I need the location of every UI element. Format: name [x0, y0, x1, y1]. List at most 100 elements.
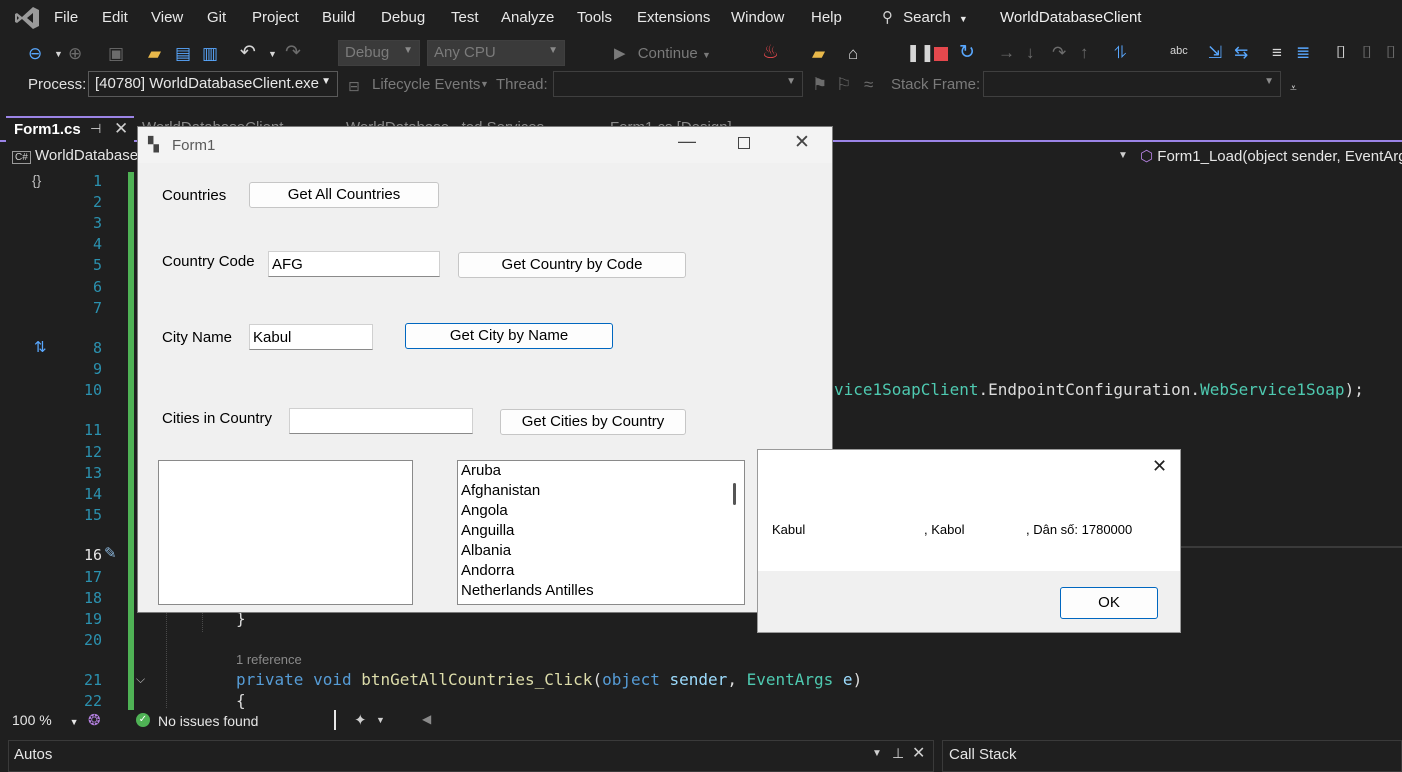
stop-debugging-icon[interactable]	[934, 47, 948, 61]
menu-build[interactable]: Build	[322, 9, 355, 26]
next-bookmark-icon[interactable]: ⌷	[1386, 43, 1396, 63]
countries-listbox[interactable]: Aruba Afghanistan Angola Anguilla Albani…	[457, 460, 745, 605]
chevron-down-icon[interactable]: ▼	[376, 715, 385, 725]
spell-check-icon[interactable]: abc	[1170, 41, 1188, 61]
toolbar-overflow-icon[interactable]: ⩡	[1290, 78, 1297, 98]
cities-in-country-input[interactable]	[289, 408, 473, 434]
pin-icon[interactable]: ⊥	[892, 745, 904, 762]
list-item[interactable]: Anguilla	[458, 521, 744, 541]
collapse-chevron-icon[interactable]: ⌵	[136, 672, 145, 687]
open-folder-icon[interactable]: ▰	[148, 44, 161, 64]
pointer-icon[interactable]: ⇲	[1208, 43, 1222, 63]
panel-menu-icon[interactable]: ▼	[872, 748, 882, 759]
get-cities-by-country-button[interactable]: Get Cities by Country	[500, 409, 686, 435]
flag-threads-icon[interactable]: ⚐	[836, 75, 851, 95]
chevron-down-icon[interactable]: ▼	[1118, 150, 1128, 161]
maximize-icon[interactable]	[738, 137, 750, 149]
listbox-scrollbar-thumb[interactable]	[733, 483, 736, 505]
menu-tools[interactable]: Tools	[577, 9, 612, 26]
copilot-icon[interactable]: ❂	[88, 711, 101, 729]
list-item[interactable]: Albania	[458, 541, 744, 561]
platform-combo[interactable]: Any CPU ▼	[427, 40, 565, 66]
menu-help[interactable]: Help	[811, 9, 842, 26]
pin-icon[interactable]: ⊣	[90, 121, 101, 137]
flag-icon[interactable]: ⚑	[812, 75, 827, 95]
navigate-back-icon[interactable]: ⊖	[28, 44, 42, 64]
issues-status[interactable]: No issues found	[158, 713, 258, 729]
configuration-combo[interactable]: Debug ▼	[338, 40, 420, 66]
minimize-icon[interactable]: —	[678, 131, 696, 152]
save-all-icon[interactable]: ▥	[202, 44, 218, 64]
show-next-statement-icon[interactable]: →	[998, 43, 1015, 63]
process-combo[interactable]: [40780] WorldDatabaseClient.exe ▼	[88, 71, 338, 97]
autos-panel[interactable]	[8, 740, 934, 772]
menu-debug[interactable]: Debug	[381, 9, 425, 26]
save-icon[interactable]: ▤	[175, 44, 191, 64]
ok-button[interactable]: OK	[1060, 587, 1158, 619]
outdent-icon[interactable]: ≣	[1296, 43, 1310, 63]
get-city-by-name-button[interactable]: Get City by Name	[405, 323, 613, 349]
close-window-icon[interactable]: ✕	[794, 131, 810, 154]
show-threads-icon[interactable]: ≈	[864, 75, 873, 95]
restart-icon[interactable]: ↻	[959, 43, 975, 63]
cities-listbox[interactable]	[158, 460, 413, 605]
member-combo[interactable]: ⬡ Form1_Load(object sender, EventArg	[1140, 147, 1402, 165]
country-code-input[interactable]: AFG	[268, 251, 440, 277]
prev-bookmark-icon[interactable]: ⌷	[1362, 43, 1372, 63]
undo-icon[interactable]: ↶	[240, 43, 256, 63]
list-item[interactable]: Aruba	[458, 461, 744, 481]
redo-icon[interactable]: ↷	[285, 43, 301, 63]
tab-form1-cs[interactable]: Form1.cs ⊣ ✕	[6, 116, 134, 142]
menu-window[interactable]: Window	[731, 9, 784, 26]
close-tab-icon[interactable]: ✕	[114, 119, 128, 139]
bookmark-icon[interactable]: ⌷	[1336, 43, 1346, 63]
menu-analyze[interactable]: Analyze	[501, 9, 554, 26]
thread-combo[interactable]: ▼	[553, 71, 803, 97]
form1-window: ▚ Form1 — ✕ Countries Get All Countries …	[137, 126, 833, 613]
step-over-icon[interactable]: ↷	[1052, 43, 1066, 63]
close-panel-icon[interactable]: ✕	[912, 743, 925, 763]
form1-title-bar[interactable]: ▚ Form1 — ✕	[138, 127, 832, 163]
menu-extensions[interactable]: Extensions	[637, 9, 710, 26]
zoom-combo[interactable]: 100 % ▼	[12, 712, 82, 728]
menu-project[interactable]: Project	[252, 9, 299, 26]
quick-actions-icon[interactable]: ✎	[104, 544, 117, 562]
autos-panel-title[interactable]: Autos	[14, 746, 52, 763]
city-name-input[interactable]: Kabul	[249, 324, 373, 350]
menu-git[interactable]: Git	[207, 9, 226, 26]
break-all-icon[interactable]: ❚❚	[906, 43, 935, 63]
back-dropdown-icon[interactable]: ▼	[54, 44, 63, 64]
menu-view[interactable]: View	[151, 9, 183, 26]
new-project-icon[interactable]: ▣	[108, 44, 124, 64]
columns-icon[interactable]: ⇆	[1234, 43, 1248, 63]
window-layout-icon[interactable]: ⌂	[848, 44, 858, 64]
hot-reload-icon[interactable]: ♨	[762, 43, 779, 63]
get-all-countries-button[interactable]: Get All Countries	[249, 182, 439, 208]
call-stack-panel-title[interactable]: Call Stack	[949, 746, 1017, 763]
list-item[interactable]: Netherlands Antilles	[458, 581, 744, 601]
diagnostics-icon[interactable]: ⥮	[1114, 43, 1126, 63]
menu-file[interactable]: File	[54, 9, 78, 26]
list-item[interactable]: Andorra	[458, 561, 744, 581]
step-into-icon[interactable]: ↓	[1026, 43, 1035, 63]
menu-test[interactable]: Test	[451, 9, 479, 26]
code-cleanup-icon[interactable]: ✦	[354, 711, 367, 729]
undo-dropdown-icon[interactable]: ▼	[268, 44, 277, 64]
lifecycle-events-button[interactable]: Lifecycle Events	[372, 76, 480, 93]
continue-button[interactable]: ▶ Continue ▼	[614, 44, 711, 62]
folder-icon[interactable]: ▰	[812, 44, 825, 64]
list-item[interactable]: Afghanistan	[458, 481, 744, 501]
indent-icon[interactable]: ≡	[1272, 43, 1282, 63]
project-combo[interactable]: C# WorldDatabase	[12, 147, 142, 167]
get-country-by-code-button[interactable]: Get Country by Code	[458, 252, 686, 278]
menu-edit[interactable]: Edit	[102, 9, 128, 26]
codelens-references[interactable]: 1 reference	[236, 652, 302, 667]
navigate-forward-icon[interactable]: ⊕	[68, 44, 82, 64]
scroll-left-icon[interactable]: ◀	[422, 712, 431, 726]
list-item[interactable]: Angola	[458, 501, 744, 521]
close-dialog-icon[interactable]: ✕	[1152, 456, 1167, 477]
step-out-icon[interactable]: ↑	[1080, 43, 1089, 63]
stack-frame-combo[interactable]: ▼	[983, 71, 1281, 97]
search-button[interactable]: ⚲ Search ▼	[882, 8, 968, 26]
chevron-down-icon: ▼	[701, 50, 711, 60]
